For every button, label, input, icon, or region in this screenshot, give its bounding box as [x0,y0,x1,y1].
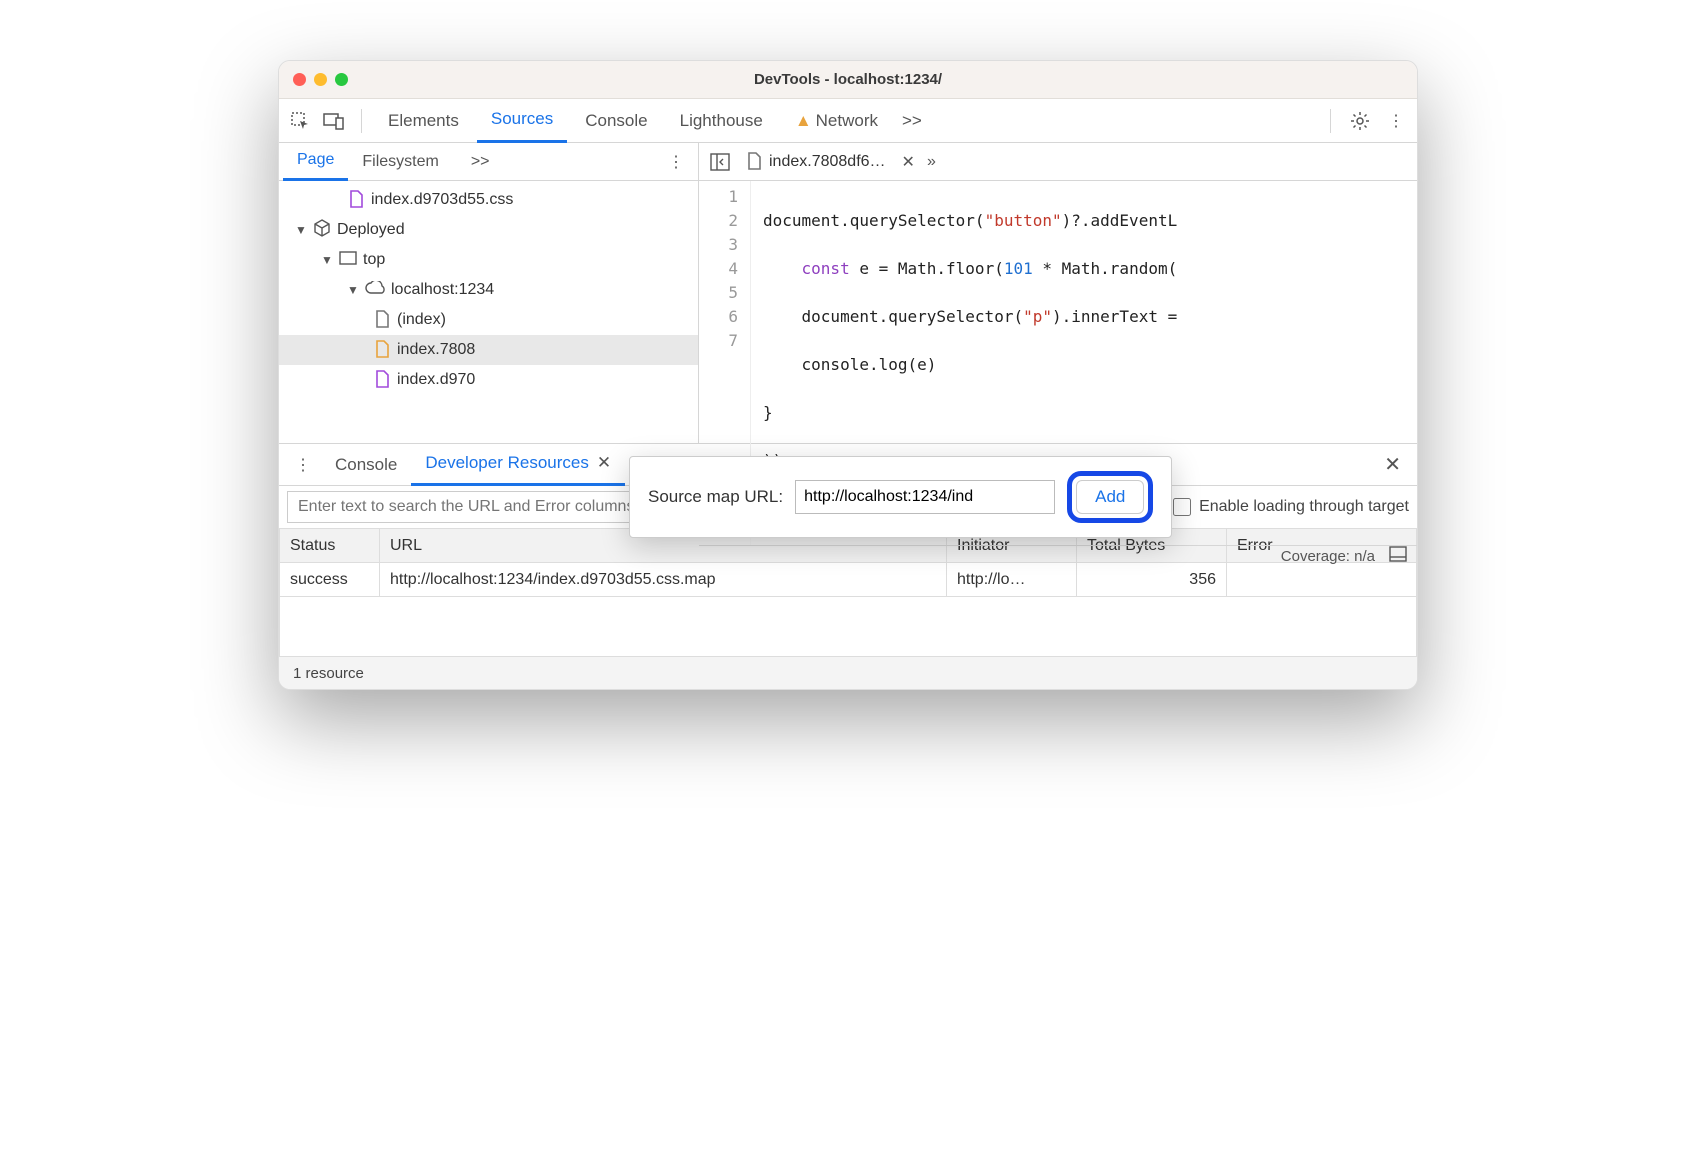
close-tab-icon[interactable]: ✕ [597,453,611,473]
tab-elements[interactable]: Elements [374,99,473,143]
tree-label: index.d9703d55.css [371,191,513,209]
gear-icon[interactable] [1345,106,1375,136]
sidebar: Page Filesystem >> ⋮ index.d9703d55.css … [279,143,699,443]
cell-initiator: http://lo… [947,563,1077,597]
tree-item-js[interactable]: index.7808 [279,335,698,365]
tree-item-host[interactable]: ▼ localhost:1234 [279,275,698,305]
file-tree: index.d9703d55.css ▼ Deployed ▼ top ▼ lo… [279,181,698,443]
tree-label: top [363,251,385,269]
tree-item-css2[interactable]: index.d970 [279,365,698,395]
tab-lighthouse[interactable]: Lighthouse [666,99,777,143]
tree-label: localhost:1234 [391,281,494,299]
kebab-icon[interactable]: ⋮ [1381,106,1411,136]
sourcemap-url-input[interactable] [795,480,1055,514]
frame-icon [339,251,357,270]
device-toggle-icon[interactable] [319,106,349,136]
cell-bytes: 356 [1077,563,1227,597]
drawer-kebab-icon[interactable]: ⋮ [285,455,321,475]
cloud-icon [365,281,385,300]
editor: index.7808df6… ✕ » 1 2 3 4 5 6 7 documen… [699,143,1417,443]
file-icon [375,370,391,390]
file-icon [375,310,391,330]
tree-item-css[interactable]: index.d9703d55.css [279,185,698,215]
sidebar-tab-page[interactable]: Page [283,143,348,181]
collapse-icon[interactable] [1389,546,1407,566]
file-icon [747,152,763,172]
tree-label: Deployed [337,221,405,239]
cell-url: http://localhost:1234/index.d9703d55.css… [380,563,947,597]
toggle-navigator-icon[interactable] [705,147,735,177]
sidebar-tab-filesystem[interactable]: Filesystem [348,143,452,181]
add-button[interactable]: Add [1076,480,1144,514]
editor-statusbar: Coverage: n/a [699,545,1417,566]
tree-label: index.7808 [397,341,475,359]
inspect-icon[interactable] [285,106,315,136]
file-icon [375,340,391,360]
tree-label: (index) [397,311,446,329]
col-status[interactable]: Status [280,529,380,563]
main-split: Page Filesystem >> ⋮ index.d9703d55.css … [279,143,1417,443]
dialog-label: Source map URL: [648,487,783,507]
devtools-window: DevTools - localhost:1234/ Elements Sour… [278,60,1418,690]
tabs-overflow[interactable]: >> [896,99,928,143]
tree-label: index.d970 [397,371,475,389]
add-button-highlight: Add [1067,471,1153,523]
file-icon [349,190,365,210]
tree-item-deployed[interactable]: ▼ Deployed [279,215,698,245]
tree-item-index[interactable]: (index) [279,305,698,335]
drawer-tab-devres[interactable]: Developer Resources ✕ [411,444,625,486]
close-tab-icon[interactable]: ✕ [902,152,915,172]
drawer-tab-console[interactable]: Console [321,444,411,486]
cell-error [1227,563,1417,597]
coverage-label: Coverage: n/a [1281,548,1375,565]
sidebar-tabs: Page Filesystem >> ⋮ [279,143,698,181]
tree-item-top[interactable]: ▼ top [279,245,698,275]
editor-tab-label: index.7808df6… [769,153,886,171]
tab-sources[interactable]: Sources [477,99,567,143]
cube-icon [313,219,331,242]
editor-tabs-overflow[interactable]: » [927,153,936,171]
sourcemap-dialog: Source map URL: Add [629,456,1172,538]
main-toolbar: Elements Sources Console Lighthouse ▲ Ne… [279,99,1417,143]
cell-status: success [280,563,380,597]
tab-network-label: Network [816,111,878,131]
drawer-footer: 1 resource [279,657,1417,689]
table-row[interactable]: success http://localhost:1234/index.d970… [280,563,1417,597]
chevron-down-icon: ▼ [321,253,333,267]
warning-icon: ▲ [795,111,812,131]
window-title: DevTools - localhost:1234/ [279,71,1417,88]
chevron-down-icon: ▼ [295,223,307,237]
tab-console[interactable]: Console [571,99,661,143]
editor-tabs: index.7808df6… ✕ » [699,143,1417,181]
sidebar-tabs-overflow[interactable]: >> [457,143,504,181]
editor-file-tab[interactable]: index.7808df6… ✕ [741,143,921,181]
drawer-tab-devres-label: Developer Resources [425,453,588,473]
titlebar: DevTools - localhost:1234/ [279,61,1417,99]
chevron-down-icon: ▼ [347,283,359,297]
sidebar-kebab-icon[interactable]: ⋮ [658,152,694,172]
tab-network[interactable]: ▲ Network [781,99,892,143]
